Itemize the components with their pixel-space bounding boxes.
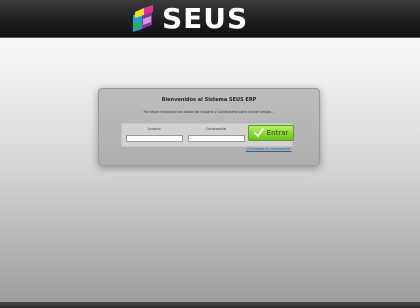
password-input[interactable]	[188, 135, 245, 142]
password-label: Contraseña	[205, 127, 227, 131]
usuario-label: Usuario	[147, 127, 161, 131]
usuario-input[interactable]	[126, 135, 183, 142]
header-bar: SEUS	[0, 0, 420, 38]
checkmark-icon	[253, 128, 264, 137]
brand-name: SEUS	[162, 2, 249, 35]
footer-bar	[0, 302, 420, 308]
login-title: Bienvenidos al Sistema SEUS ERP	[161, 97, 257, 103]
entrar-button[interactable]: Entrar	[248, 125, 294, 141]
login-instructions: Por favor introduce los datos de Usuario…	[143, 110, 275, 114]
entrar-button-label: Entrar	[266, 129, 289, 137]
books-logo-icon	[133, 5, 153, 32]
forgot-password-link[interactable]: ¿Olvidaste tu contraseña?	[246, 147, 292, 151]
brand-logo: SEUS	[130, 4, 248, 34]
